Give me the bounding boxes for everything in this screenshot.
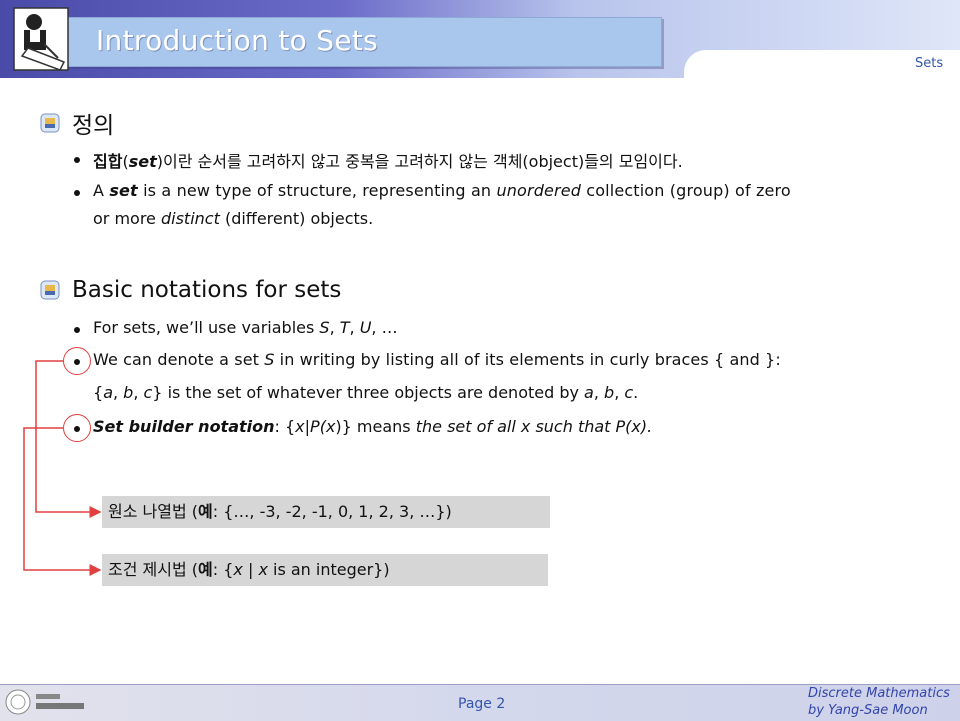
example-builder-box: 조건 제시법 (예: {x | x is an integer})	[102, 554, 548, 586]
credit-course: Discrete Mathematics	[808, 686, 950, 701]
example-roster-box: 원소 나열법 (예: {…, -3, -2, -1, 0, 1, 2, 3, ……	[102, 496, 550, 528]
university-logo-icon	[5, 689, 84, 715]
credit-author: by Yang-Sae Moon	[808, 703, 928, 718]
connector-arrows	[23, 360, 102, 576]
page-number: Page 2	[458, 696, 506, 712]
